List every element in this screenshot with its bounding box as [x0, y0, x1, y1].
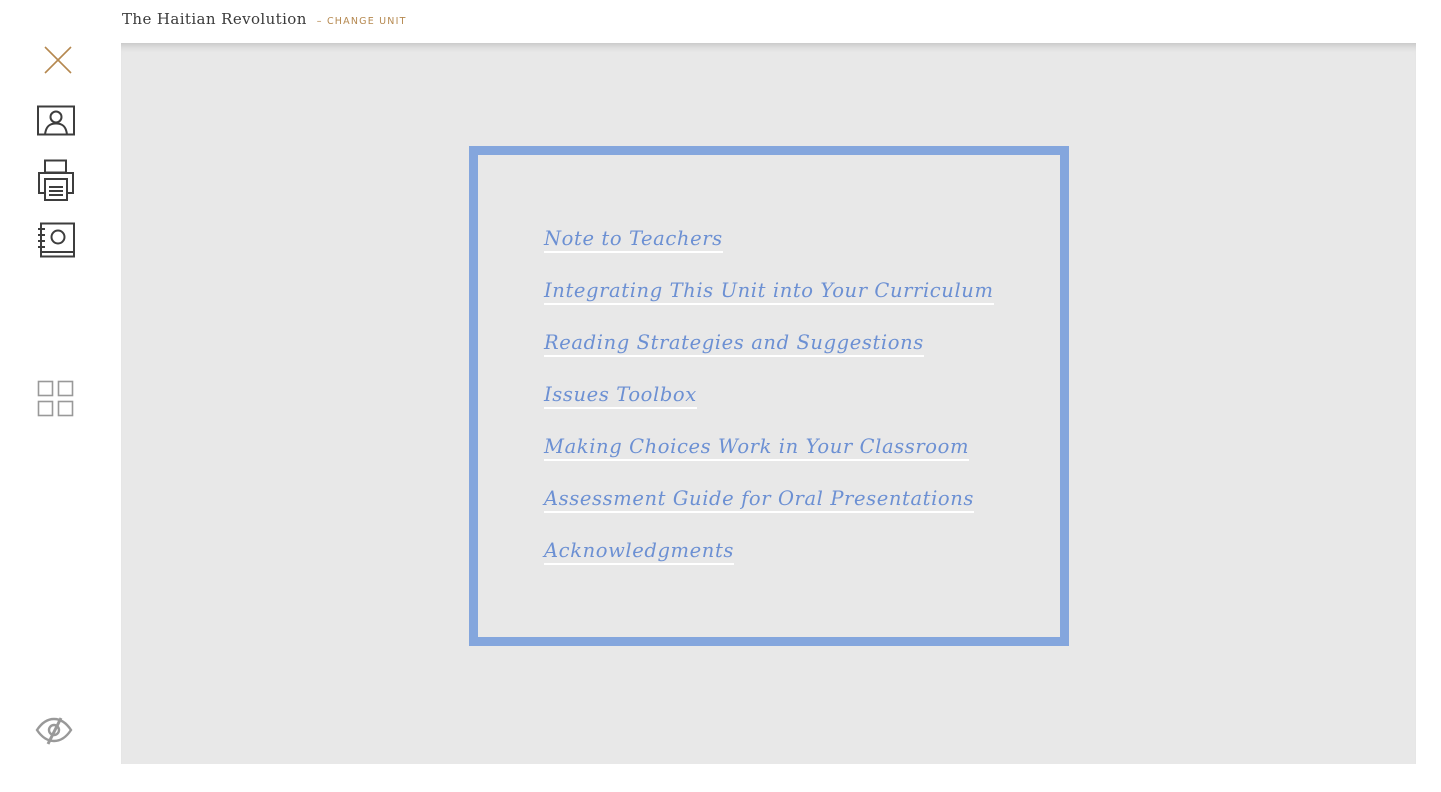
list-item: Issues Toolbox [544, 380, 994, 432]
list-item: Reading Strategies and Suggestions [544, 328, 994, 380]
change-unit-link[interactable]: – CHANGE UNIT [317, 16, 407, 27]
list-item: Note to Teachers [544, 224, 994, 276]
toc-link-issues-toolbox[interactable]: Issues Toolbox [544, 383, 697, 409]
grid-view-icon[interactable] [37, 380, 75, 418]
list-item: Assessment Guide for Oral Presentations [544, 484, 994, 536]
unit-title: The Haitian Revolution [122, 10, 307, 28]
toc-link-integrating-unit[interactable]: Integrating This Unit into Your Curricul… [544, 279, 994, 305]
toc-link-making-choices-work[interactable]: Making Choices Work in Your Classroom [544, 435, 970, 461]
list-item: Making Choices Work in Your Classroom [544, 432, 994, 484]
toc-link-acknowledgments[interactable]: Acknowledgments [544, 539, 734, 565]
notebook-icon[interactable] [37, 222, 77, 260]
toc-link-reading-strategies[interactable]: Reading Strategies and Suggestions [544, 331, 924, 357]
user-profile-icon[interactable] [37, 105, 77, 137]
close-icon[interactable] [42, 44, 74, 76]
list-item: Acknowledgments [544, 536, 994, 588]
main-panel: Note to Teachers Integrating This Unit i… [121, 43, 1416, 764]
table-of-contents: Note to Teachers Integrating This Unit i… [469, 146, 1069, 646]
list-item: Integrating This Unit into Your Curricul… [544, 276, 994, 328]
toc-list: Note to Teachers Integrating This Unit i… [544, 224, 994, 588]
toc-link-note-to-teachers[interactable]: Note to Teachers [544, 227, 723, 253]
hide-eye-icon[interactable] [35, 715, 73, 747]
print-icon[interactable] [37, 159, 77, 203]
toc-link-assessment-guide[interactable]: Assessment Guide for Oral Presentations [544, 487, 975, 513]
header: The Haitian Revolution – CHANGE UNIT [122, 10, 407, 34]
